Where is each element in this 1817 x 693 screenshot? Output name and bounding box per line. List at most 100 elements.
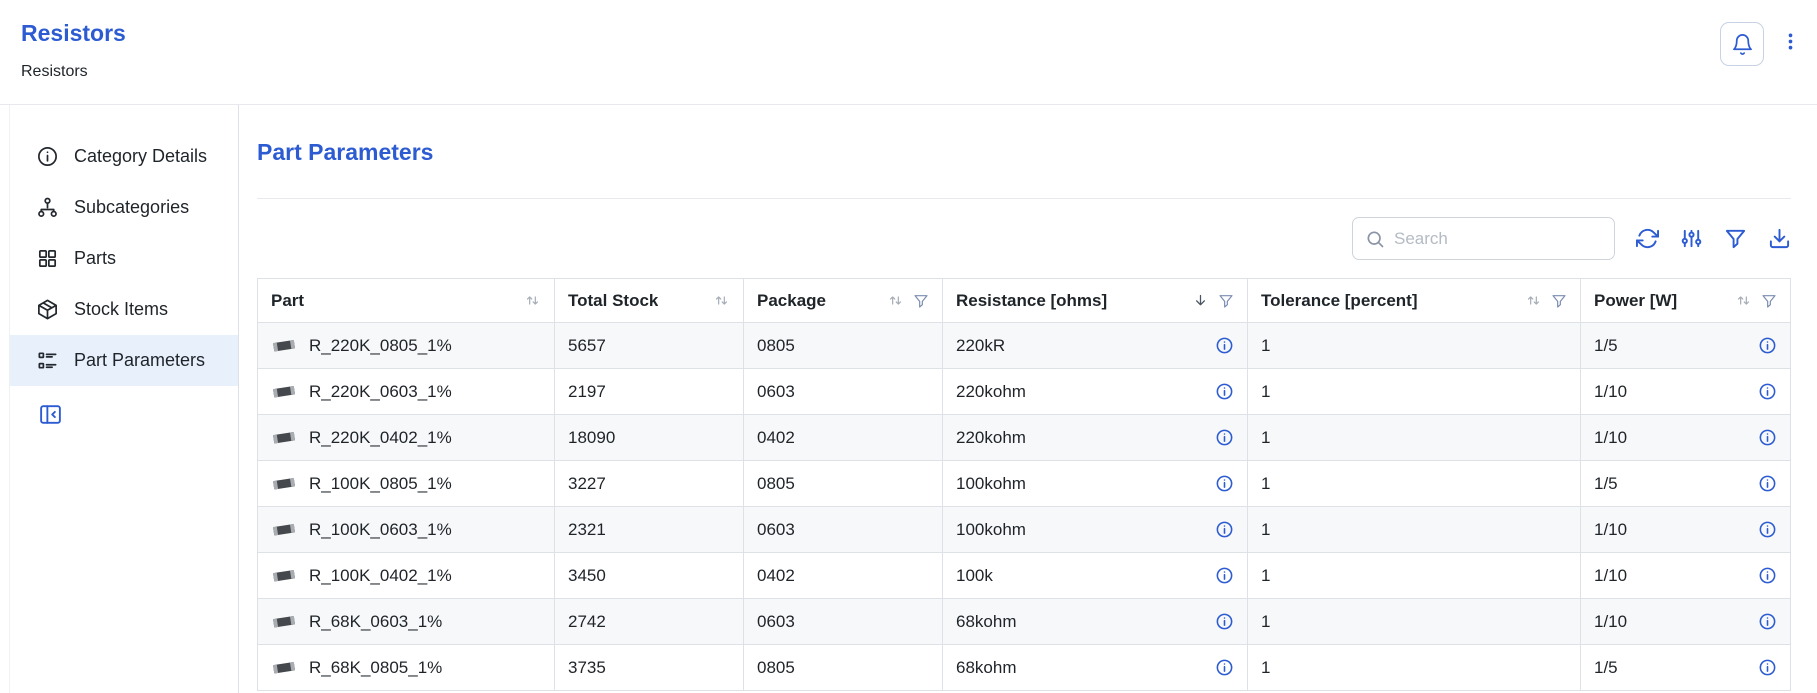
sort-button[interactable] — [1525, 292, 1542, 309]
table-row[interactable]: R_220K_0603_1%21970603220kohm 11/10 — [258, 369, 1791, 415]
info-button[interactable] — [1758, 382, 1777, 401]
table-row[interactable]: R_220K_0805_1%56570805220kR 11/5 — [258, 323, 1791, 369]
info-button[interactable] — [1215, 612, 1234, 631]
table-row[interactable]: R_68K_0805_1%3735080568kohm 11/5 — [258, 645, 1791, 691]
sidebar-item-stock-items[interactable]: Stock Items — [10, 284, 238, 335]
sidebar-item-label: Part Parameters — [74, 350, 205, 371]
cell-value: 1/5 — [1594, 336, 1618, 356]
sort-button[interactable] — [887, 292, 904, 309]
breadcrumb[interactable]: Resistors — [21, 63, 126, 81]
sort-button[interactable] — [524, 292, 541, 309]
power-cell: 1/10 — [1581, 369, 1791, 415]
package-cell: 0603 — [744, 369, 943, 415]
column-filter-button[interactable] — [1761, 293, 1777, 309]
table-row[interactable]: R_68K_0603_1%2742060368kohm 11/10 — [258, 599, 1791, 645]
refresh-button[interactable] — [1636, 227, 1659, 250]
resistance-cell: 100k — [943, 553, 1248, 599]
package-cell: 0402 — [744, 553, 943, 599]
cell-value: 2321 — [568, 520, 606, 540]
part-photo-icon — [271, 521, 297, 538]
notifications-button[interactable] — [1720, 22, 1764, 66]
column-header-total-stock[interactable]: Total Stock — [555, 279, 744, 323]
info-button[interactable] — [1215, 566, 1234, 585]
cell-value: 1/10 — [1594, 612, 1627, 632]
collapse-sidebar-button[interactable] — [38, 402, 63, 430]
info-button[interactable] — [1215, 336, 1234, 355]
table-header-row: Part Total Stoc — [258, 279, 1791, 323]
download-button[interactable] — [1768, 227, 1791, 250]
cell-value: 100k — [956, 566, 993, 586]
resistance-cell: 68kohm — [943, 645, 1248, 691]
cell-value: R_100K_0603_1% — [309, 520, 452, 540]
info-button[interactable] — [1758, 520, 1777, 539]
sort-button[interactable] — [713, 292, 730, 309]
column-header-resistance[interactable]: Resistance [ohms] — [943, 279, 1248, 323]
power-cell: 1/10 — [1581, 599, 1791, 645]
info-button[interactable] — [1758, 474, 1777, 493]
sort-button[interactable] — [1192, 292, 1209, 309]
info-icon — [1215, 520, 1234, 539]
part-cell: R_220K_0603_1% — [258, 369, 555, 415]
cell-value: 18090 — [568, 428, 615, 448]
part-cell: R_100K_0603_1% — [258, 507, 555, 553]
info-button[interactable] — [1758, 612, 1777, 631]
info-button[interactable] — [1215, 382, 1234, 401]
power-cell: 1/5 — [1581, 461, 1791, 507]
filter-button[interactable] — [1724, 227, 1747, 250]
info-button[interactable] — [1758, 336, 1777, 355]
info-button[interactable] — [1215, 520, 1234, 539]
column-label: Power [W] — [1594, 291, 1677, 311]
grid-icon — [36, 247, 59, 270]
total-stock-cell: 2321 — [555, 507, 744, 553]
info-icon — [1215, 336, 1234, 355]
sidebar: Category Details Subcategories Parts Sto… — [10, 105, 239, 693]
power-cell: 1/5 — [1581, 323, 1791, 369]
info-button[interactable] — [1215, 428, 1234, 447]
sort-both-icon — [524, 292, 541, 309]
column-label: Total Stock — [568, 291, 658, 311]
sidebar-item-label: Stock Items — [74, 299, 168, 320]
column-header-tolerance[interactable]: Tolerance [percent] — [1248, 279, 1581, 323]
section-divider — [257, 198, 1791, 199]
info-icon — [1215, 474, 1234, 493]
table-row[interactable]: R_100K_0402_1%34500402100k 11/10 — [258, 553, 1791, 599]
info-button[interactable] — [1758, 658, 1777, 677]
sidebar-item-parts[interactable]: Parts — [10, 233, 238, 284]
tolerance-cell: 1 — [1248, 415, 1581, 461]
table-row[interactable]: R_100K_0805_1%32270805100kohm 11/5 — [258, 461, 1791, 507]
column-header-power[interactable]: Power [W] — [1581, 279, 1791, 323]
cell-value: 1 — [1261, 382, 1270, 402]
sort-button[interactable] — [1735, 292, 1752, 309]
info-icon — [1758, 566, 1777, 585]
column-header-package[interactable]: Package — [744, 279, 943, 323]
info-button[interactable] — [1758, 566, 1777, 585]
column-filter-button[interactable] — [1218, 293, 1234, 309]
sidebar-item-subcategories[interactable]: Subcategories — [10, 182, 238, 233]
info-icon — [1215, 382, 1234, 401]
sidebar-item-part-parameters[interactable]: Part Parameters — [10, 335, 238, 386]
sidebar-item-category-details[interactable]: Category Details — [10, 131, 238, 182]
column-header-part[interactable]: Part — [258, 279, 555, 323]
cell-value: 100kohm — [956, 474, 1026, 494]
column-filter-button[interactable] — [913, 293, 929, 309]
cell-value: 3450 — [568, 566, 606, 586]
column-settings-button[interactable] — [1680, 227, 1703, 250]
overflow-menu-button[interactable] — [1780, 31, 1801, 52]
total-stock-cell: 3735 — [555, 645, 744, 691]
table-row[interactable]: R_100K_0603_1%23210603100kohm 11/10 — [258, 507, 1791, 553]
sort-both-icon — [1525, 292, 1542, 309]
info-button[interactable] — [1758, 428, 1777, 447]
info-icon — [36, 145, 59, 168]
cell-value: 1 — [1261, 336, 1270, 356]
cell-value: 100kohm — [956, 520, 1026, 540]
resistance-cell: 220kohm — [943, 369, 1248, 415]
part-cell: R_68K_0805_1% — [258, 645, 555, 691]
page-title: Resistors — [21, 20, 126, 47]
info-button[interactable] — [1215, 474, 1234, 493]
search-input[interactable] — [1394, 229, 1602, 249]
info-icon — [1215, 658, 1234, 677]
column-filter-button[interactable] — [1551, 293, 1567, 309]
table-row[interactable]: R_220K_0402_1%180900402220kohm 11/10 — [258, 415, 1791, 461]
info-button[interactable] — [1215, 658, 1234, 677]
part-parameters-table: Part Total Stoc — [257, 278, 1791, 691]
